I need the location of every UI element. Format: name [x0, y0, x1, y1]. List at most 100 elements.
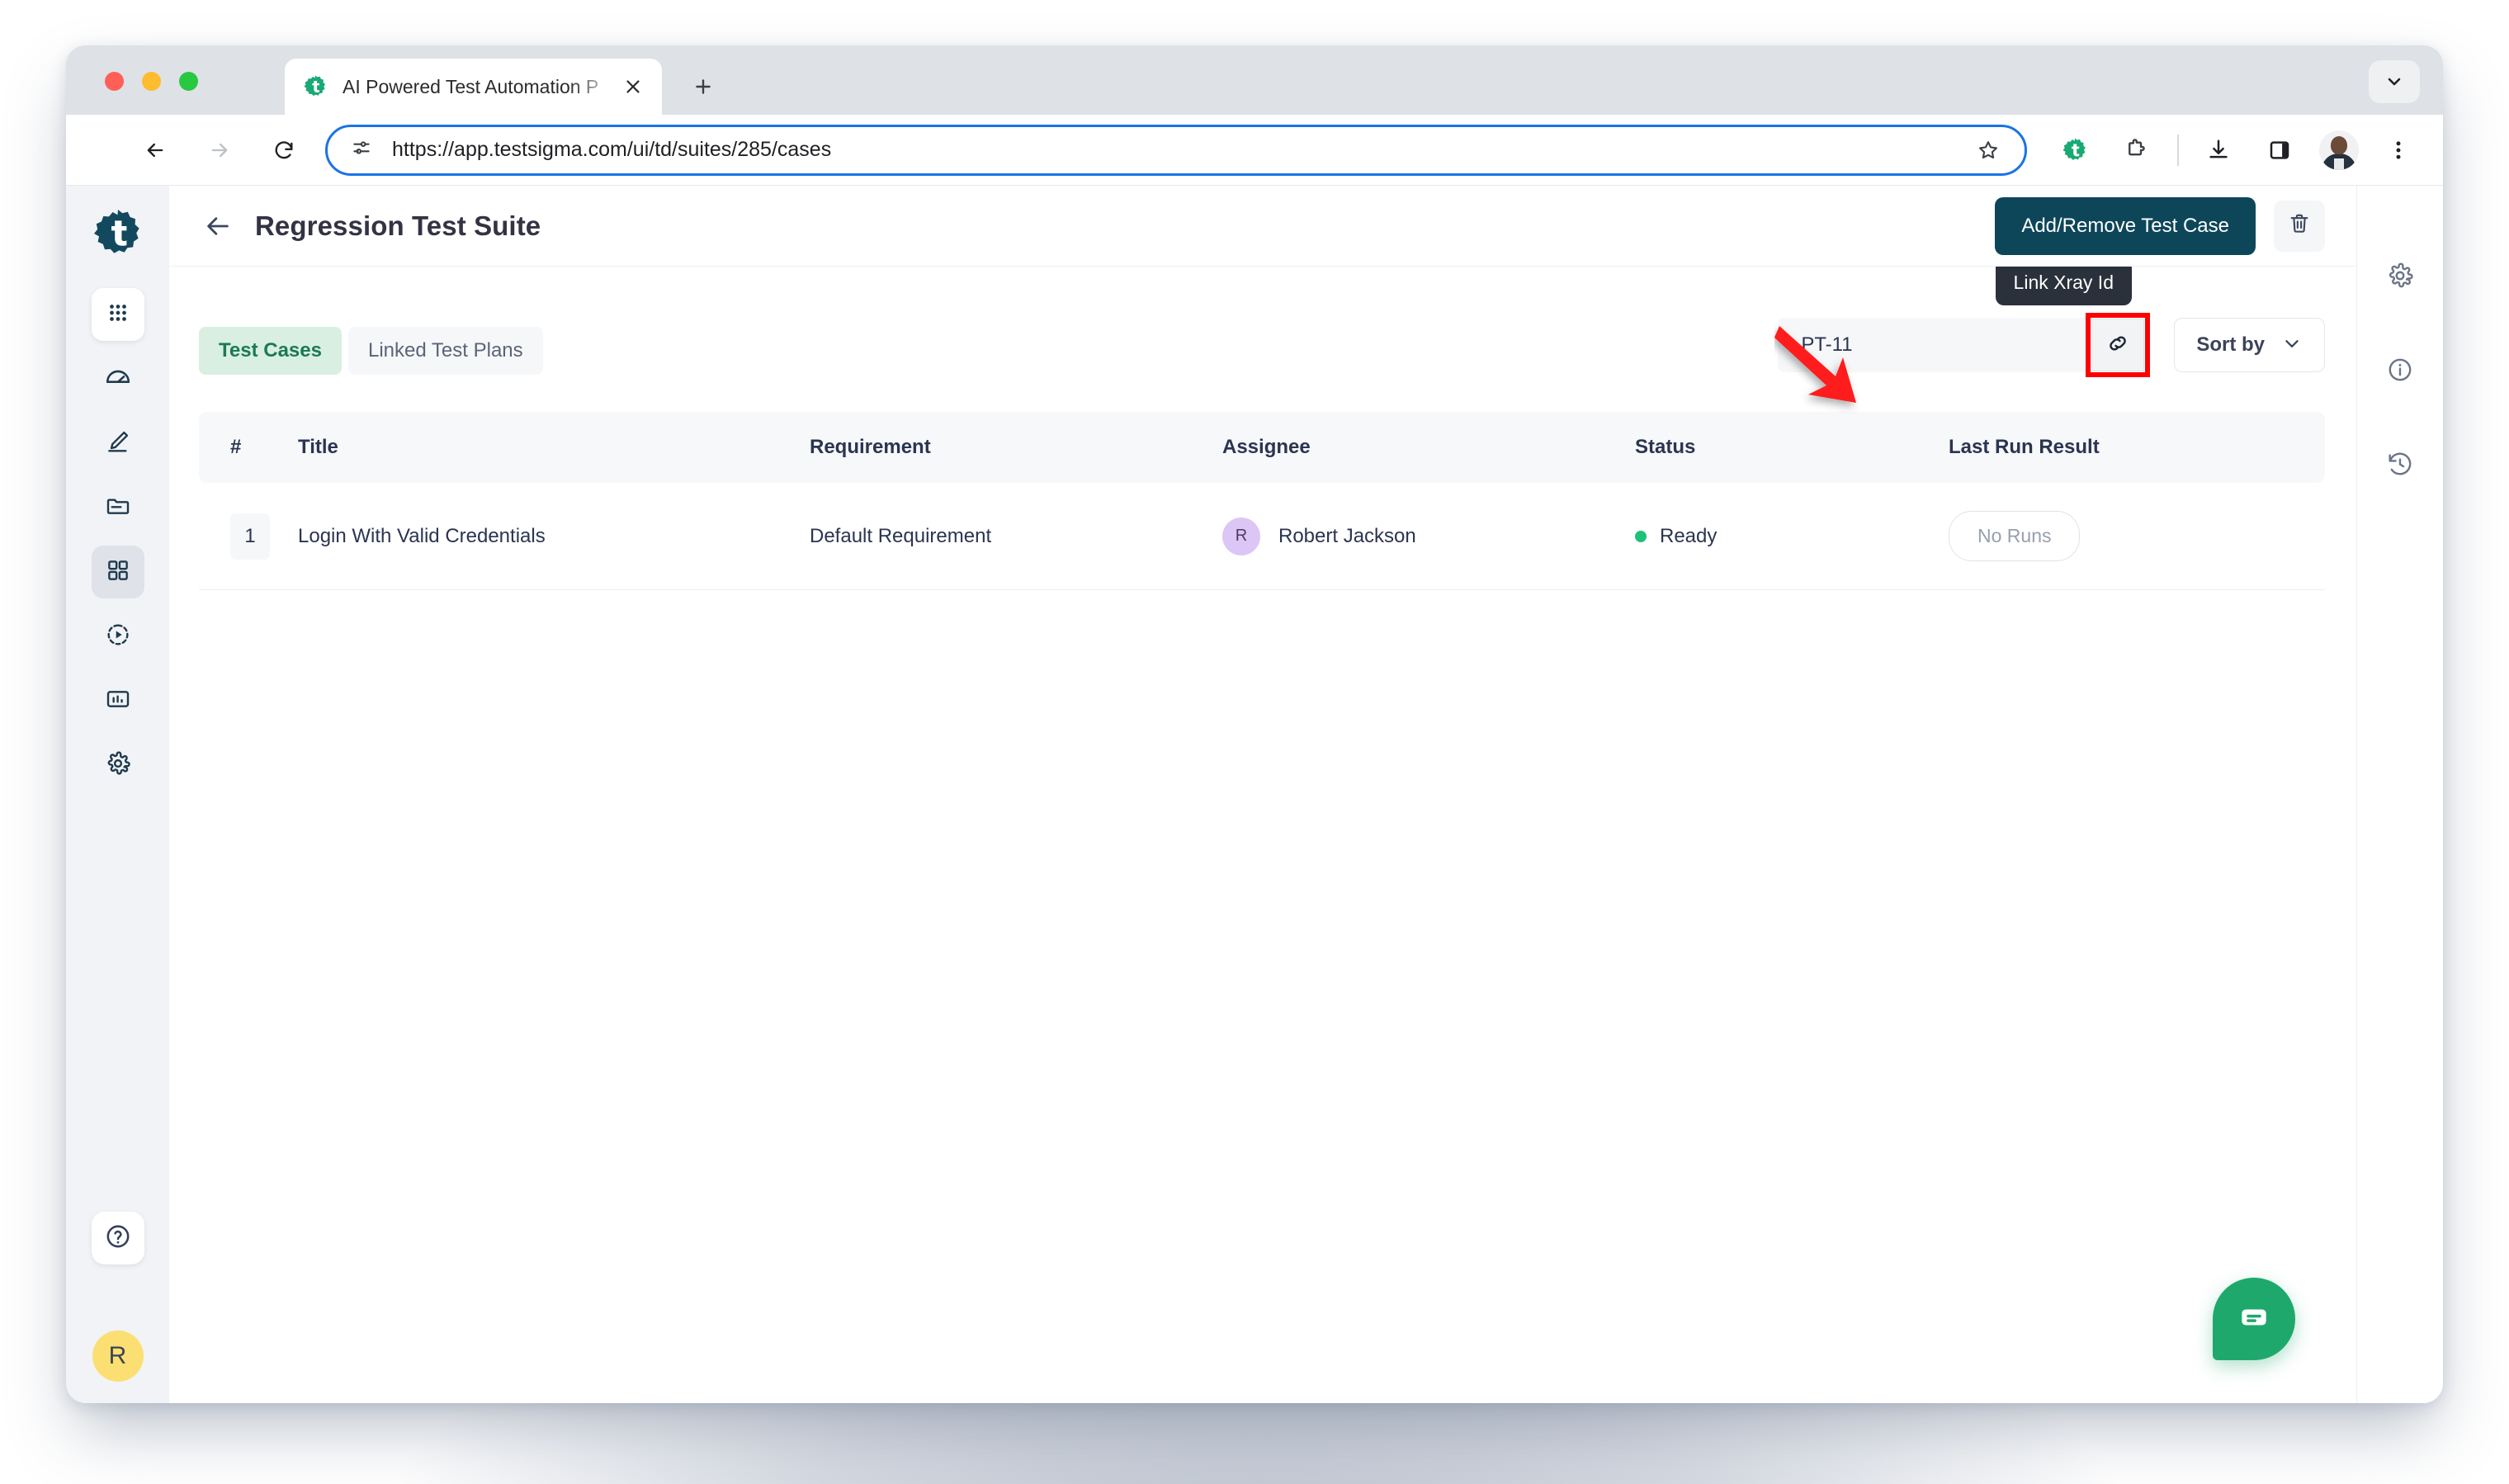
- sidebar-item-create[interactable]: [92, 417, 144, 470]
- assignee-cell: R Robert Jackson: [1222, 517, 1635, 555]
- reload-icon[interactable]: [261, 127, 307, 173]
- row-index-chip: 1: [230, 513, 270, 560]
- cell-index: 1: [199, 483, 298, 590]
- column-header-assignee[interactable]: Assignee: [1222, 412, 1635, 483]
- download-icon[interactable]: [2197, 129, 2240, 172]
- column-header-status[interactable]: Status: [1635, 412, 1949, 483]
- avatar: R: [1222, 517, 1260, 555]
- table-row[interactable]: 1 Login With Valid Credentials Default R…: [199, 483, 2325, 590]
- delete-suite-button[interactable]: [2274, 200, 2325, 252]
- table-body: 1 Login With Valid Credentials Default R…: [199, 483, 2325, 590]
- xray-id-input[interactable]: PT-11: [1778, 318, 2092, 372]
- dashboard-gauge-icon: [104, 363, 132, 395]
- settings-gear-icon: [105, 750, 131, 781]
- info-circle-icon: [2386, 356, 2414, 388]
- trash-icon: [2287, 211, 2312, 240]
- site-settings-icon[interactable]: [351, 137, 372, 163]
- puzzle-piece-icon[interactable]: [2114, 129, 2157, 172]
- view-tabs: Test Cases Linked Test Plans: [199, 327, 543, 375]
- back-arrow-icon[interactable]: [132, 127, 178, 173]
- back-arrow-icon[interactable]: [199, 207, 237, 245]
- cell-last-run: No Runs: [1949, 483, 2325, 590]
- tab-test-cases[interactable]: Test Cases: [199, 327, 342, 375]
- minimize-window-button[interactable]: [142, 72, 161, 91]
- sidebar-item-dashboard[interactable]: [92, 352, 144, 405]
- status-badge: Ready: [1635, 525, 1949, 548]
- column-header-requirement[interactable]: Requirement: [810, 412, 1222, 483]
- controls-row: Test Cases Linked Test Plans Link Xray I…: [199, 267, 2325, 384]
- apps-grid-icon: [106, 300, 130, 329]
- content-area: Test Cases Linked Test Plans Link Xray I…: [169, 267, 2356, 1403]
- close-icon[interactable]: [619, 73, 647, 101]
- cell-title[interactable]: Login With Valid Credentials: [298, 483, 810, 590]
- side-panel-icon[interactable]: [2258, 129, 2301, 172]
- cell-requirement: Default Requirement: [810, 483, 1222, 590]
- link-xray-tooltip: Link Xray Id: [1995, 267, 2132, 305]
- address-bar[interactable]: https://app.testsigma.com/ui/td/suites/2…: [325, 124, 2027, 176]
- testsigma-logo[interactable]: [92, 207, 144, 260]
- browser-tab-strip: AI Powered Test Automation P: [66, 45, 2443, 115]
- browser-toolbar: https://app.testsigma.com/ui/td/suites/2…: [66, 115, 2443, 186]
- cell-status: Ready: [1635, 483, 1949, 590]
- sort-by-dropdown[interactable]: Sort by: [2174, 318, 2325, 372]
- left-navigation-rail: R: [66, 186, 169, 1403]
- right-rail-info-button[interactable]: [2378, 349, 2422, 394]
- avatar-shirt: [2334, 158, 2344, 170]
- folder-icon: [105, 493, 131, 523]
- status-label: Ready: [1660, 524, 1718, 547]
- user-avatar[interactable]: R: [92, 1330, 144, 1382]
- column-header-index[interactable]: #: [199, 412, 298, 483]
- browser-tab-title: AI Powered Test Automation P: [343, 75, 599, 97]
- three-dots-menu-icon[interactable]: [2377, 129, 2420, 172]
- sidebar-item-folders[interactable]: [92, 481, 144, 534]
- last-run-chip: No Runs: [1949, 511, 2081, 561]
- table-head: # Title Requirement Assignee Status Last…: [199, 412, 2325, 483]
- controls-right: Link Xray Id PT-11 Sort by: [1778, 267, 2325, 377]
- table-header-row: # Title Requirement Assignee Status Last…: [199, 412, 2325, 483]
- reports-chart-icon: [105, 686, 131, 716]
- settings-gear-icon: [2386, 262, 2414, 294]
- page-title: Regression Test Suite: [255, 210, 541, 241]
- maximize-window-button[interactable]: [179, 72, 198, 91]
- sidebar-item-runs[interactable]: [92, 610, 144, 663]
- star-icon[interactable]: [1972, 139, 2005, 162]
- toolbar-divider: [2177, 134, 2179, 166]
- browser-tab[interactable]: AI Powered Test Automation P: [285, 59, 662, 115]
- forward-arrow-icon: [196, 127, 243, 173]
- right-utility-rail: [2356, 186, 2443, 1403]
- column-header-last-run[interactable]: Last Run Result: [1949, 412, 2325, 483]
- sidebar-item-reports[interactable]: [92, 674, 144, 727]
- history-clock-icon: [2386, 450, 2414, 482]
- testsigma-gear-favicon: [303, 74, 328, 99]
- cell-assignee: R Robert Jackson: [1222, 483, 1635, 590]
- chevron-down-icon[interactable]: [2369, 60, 2420, 103]
- close-window-button[interactable]: [105, 72, 124, 91]
- test-suites-grid-icon: [106, 558, 130, 587]
- column-header-title[interactable]: Title: [298, 412, 810, 483]
- avatar-head: [2331, 135, 2347, 154]
- window-traffic-lights: [105, 72, 198, 91]
- app-viewport: R Regression Test Suite Add/Remove Test …: [66, 186, 2443, 1403]
- browser-window: AI Powered Test Automation P https://app…: [66, 45, 2443, 1403]
- link-xray-id-button[interactable]: [2086, 313, 2151, 377]
- help-button[interactable]: [91, 1212, 144, 1264]
- sidebar-item-test-suites[interactable]: [91, 546, 144, 598]
- help-question-icon: [104, 1222, 132, 1255]
- right-rail-history-button[interactable]: [2378, 443, 2422, 488]
- link-chain-icon: [2105, 331, 2130, 360]
- tab-linked-test-plans[interactable]: Linked Test Plans: [347, 327, 543, 375]
- add-remove-test-case-button[interactable]: Add/Remove Test Case: [1995, 196, 2256, 255]
- sort-by-label: Sort by: [2196, 333, 2265, 356]
- chat-launcher-button[interactable]: [2213, 1278, 2295, 1360]
- test-cases-table: # Title Requirement Assignee Status Last…: [199, 412, 2325, 590]
- left-rail-bottom: R: [66, 1212, 169, 1382]
- address-bar-url: https://app.testsigma.com/ui/td/suites/2…: [392, 138, 832, 161]
- new-tab-button[interactable]: [683, 67, 723, 106]
- page-header: Regression Test Suite Add/Remove Test Ca…: [169, 186, 2356, 267]
- right-rail-settings-button[interactable]: [2378, 255, 2422, 300]
- testsigma-extension-icon[interactable]: [2053, 129, 2096, 172]
- sidebar-item-settings[interactable]: [92, 739, 144, 792]
- main-column: Regression Test Suite Add/Remove Test Ca…: [169, 186, 2356, 1403]
- profile-avatar[interactable]: [2319, 130, 2359, 170]
- sidebar-item-apps[interactable]: [91, 288, 144, 341]
